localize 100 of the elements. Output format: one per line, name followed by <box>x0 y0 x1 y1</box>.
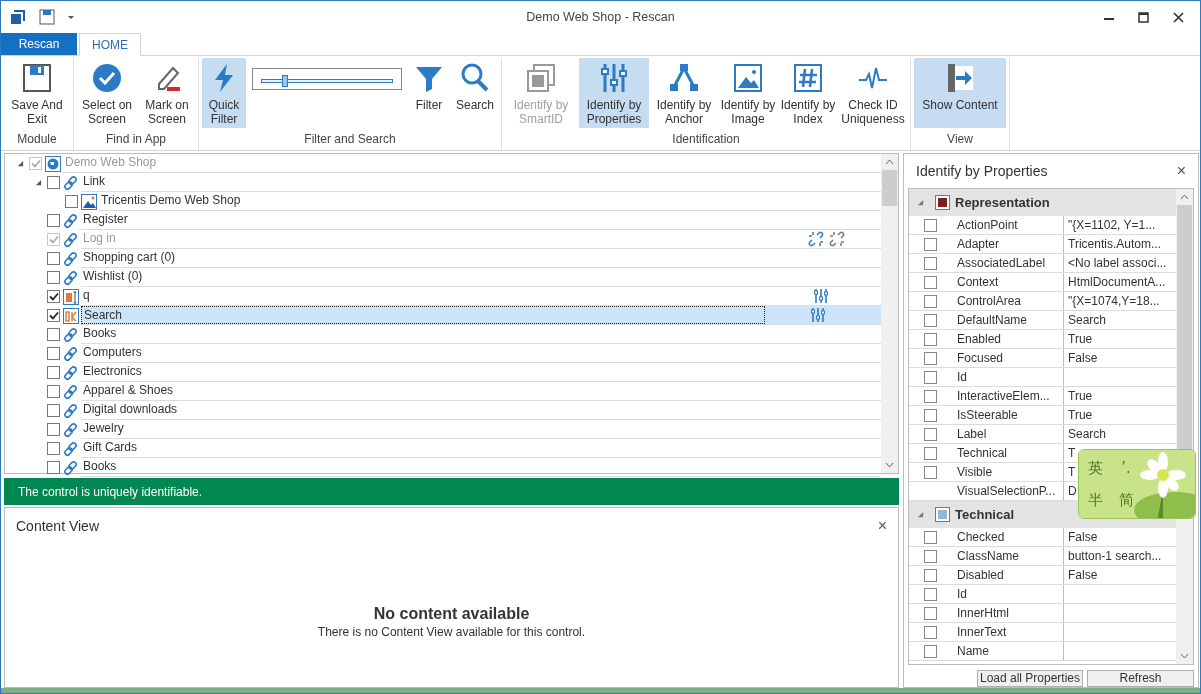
property-name: AssociatedLabel <box>956 255 1047 272</box>
link-icon <box>63 250 79 267</box>
checkbox[interactable] <box>923 530 937 544</box>
ribbon-button[interactable]: Identify by Index <box>779 58 837 128</box>
ribbon-button[interactable]: Mark on Screen <box>139 58 195 128</box>
slider-thumb[interactable] <box>282 75 289 87</box>
image-icon <box>732 62 764 94</box>
checkbox[interactable] <box>923 625 937 639</box>
link-icon <box>63 459 79 476</box>
property-name: InteractiveElem... <box>956 388 1051 405</box>
ribbon-group-label: Find in App <box>104 131 167 148</box>
ribbon-group-label: Identification <box>671 131 741 148</box>
panel-title: Content View <box>16 516 99 536</box>
property-name: Disabled <box>956 567 1005 584</box>
stacked-squares-icon <box>525 62 557 94</box>
property-name: Context <box>956 274 1000 291</box>
link-icon <box>63 421 79 438</box>
checkbox[interactable] <box>923 389 937 403</box>
globe-icon <box>45 155 61 172</box>
checkbox[interactable] <box>923 275 937 289</box>
link-icon <box>63 383 79 400</box>
scroll-down-icon[interactable] <box>1180 653 1189 659</box>
ribbon-group-label: Filter and Search <box>303 131 397 148</box>
scroll-down-icon[interactable] <box>885 462 894 468</box>
property-name: Technical <box>956 445 1009 462</box>
button[interactable]: Load all Properties <box>977 670 1083 687</box>
checkbox[interactable] <box>923 256 937 270</box>
checkbox[interactable] <box>923 351 937 365</box>
empty-state-heading: No content available <box>373 605 530 623</box>
hash-icon <box>792 62 824 94</box>
link-icon <box>63 326 79 343</box>
expander-icon <box>917 199 924 206</box>
save-icon[interactable] <box>39 9 55 25</box>
ribbon-button[interactable]: Identify by Anchor <box>651 58 717 128</box>
scroll-up-icon[interactable] <box>885 159 894 165</box>
ribbon-button[interactable]: Show Content <box>914 58 1006 128</box>
close-button[interactable]: × <box>877 518 887 534</box>
status-text: The control is uniquely identifiable. <box>18 483 203 501</box>
checkbox[interactable] <box>923 446 937 460</box>
property-name: VisualSelectionP... <box>956 483 1057 500</box>
close-button[interactable]: × <box>1176 163 1186 179</box>
image-icon <box>81 193 97 210</box>
checkbox[interactable] <box>923 218 937 232</box>
close-icon[interactable] <box>1173 11 1184 23</box>
triangle-nodes-icon <box>668 62 700 94</box>
checkbox[interactable] <box>923 427 937 441</box>
ribbon-button[interactable]: Search <box>452 58 498 128</box>
ribbon-group-label: Module <box>16 131 58 148</box>
checkbox[interactable] <box>923 370 937 384</box>
link-icon <box>63 402 79 419</box>
checkmark-circle-icon <box>91 62 123 94</box>
ok-button-icon <box>63 307 79 324</box>
property-name: ActionPoint <box>956 217 1019 234</box>
ribbon-button[interactable]: Filter <box>408 58 450 128</box>
property-name: Enabled <box>956 331 1003 348</box>
link-icon <box>63 269 79 286</box>
checkbox[interactable] <box>923 568 937 582</box>
link-icon <box>63 364 79 381</box>
dropdown-icon[interactable] <box>67 13 75 21</box>
ribbon-button[interactable]: Save And Exit <box>4 58 70 128</box>
property-name: ClassName <box>956 548 1020 565</box>
checkbox[interactable] <box>923 606 937 620</box>
property-name: Checked <box>956 529 1006 546</box>
checkbox[interactable] <box>923 644 937 658</box>
button[interactable]: Refresh <box>1087 670 1194 687</box>
scroll-up-icon[interactable] <box>1180 194 1189 200</box>
link-icon <box>63 212 79 229</box>
checkbox[interactable] <box>923 313 937 327</box>
property-name: DefaultName <box>956 312 1029 329</box>
checkbox[interactable] <box>923 587 937 601</box>
checkbox[interactable] <box>923 237 937 251</box>
ribbon-button[interactable]: Identify by Image <box>719 58 777 128</box>
ime-floating-menu[interactable]: 英 ’. 半 简 <box>1078 449 1196 519</box>
checkbox[interactable] <box>923 408 937 422</box>
ribbon-button[interactable]: Identify by Properties <box>579 58 649 128</box>
empty-state-message: There is no Content View available for this control. <box>317 624 586 641</box>
app-logo-icon[interactable] <box>9 8 27 26</box>
section-header[interactable]: Representation <box>909 189 1176 216</box>
property-name: Visible <box>956 464 994 481</box>
link-icon <box>63 440 79 457</box>
checkbox[interactable] <box>923 549 937 563</box>
ribbon-group-label: View <box>946 131 974 148</box>
rescan-tab[interactable]: Rescan <box>1 33 77 55</box>
ribbon-button[interactable]: Check ID Uniqueness <box>839 58 907 128</box>
checkbox[interactable] <box>923 294 937 308</box>
property-name: Id <box>956 586 968 603</box>
property-name: Focused <box>956 350 1005 367</box>
ribbon-button[interactable]: Select on Screen <box>77 58 137 128</box>
text-input-icon <box>63 288 79 305</box>
property-name: Adapter <box>956 236 1001 253</box>
ribbon-button[interactable]: Quick Filter <box>202 58 246 128</box>
window-title: Demo Web Shop - Rescan <box>525 8 676 26</box>
checkbox[interactable] <box>923 332 937 346</box>
zoom-slider[interactable] <box>252 68 402 90</box>
scrollbar[interactable] <box>881 154 898 473</box>
property-name: InnerText <box>956 624 1008 641</box>
maximize-icon[interactable] <box>1138 11 1149 23</box>
scrollbar-thumb[interactable] <box>882 170 897 206</box>
checkbox[interactable] <box>923 465 937 479</box>
ribbon-tab[interactable]: HOME <box>79 33 141 56</box>
